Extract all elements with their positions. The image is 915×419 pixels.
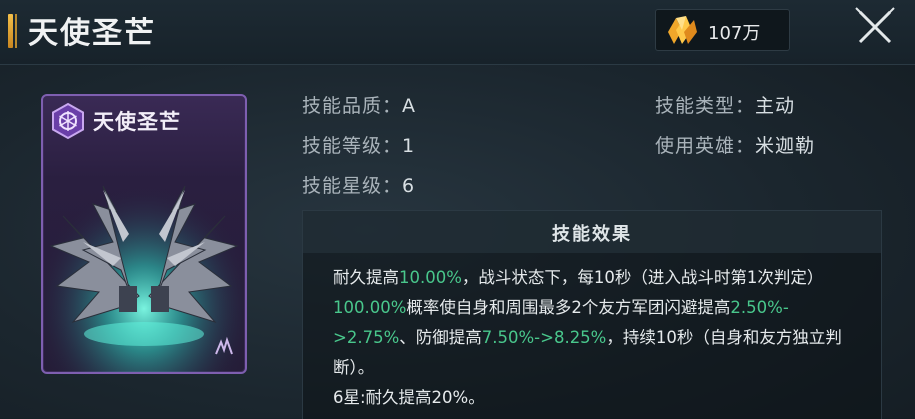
- rank-mark-icon: [215, 336, 233, 355]
- card-title: 天使圣芒: [93, 109, 181, 134]
- level-value: 1: [402, 135, 416, 157]
- currency-display[interactable]: 107万: [655, 9, 790, 51]
- effect-star-bonus: 6星:耐久提高20%。: [333, 388, 485, 407]
- title-accent-bar: [8, 14, 13, 48]
- close-icon: [855, 7, 895, 44]
- level-label: 技能等级：: [302, 135, 403, 157]
- currency-amount: 107万: [708, 23, 761, 44]
- effect-highlight-4: 7.50%->8.25%: [481, 328, 607, 347]
- effect-header: 技能效果: [303, 211, 881, 253]
- star-value: 6: [402, 175, 416, 197]
- effect-text-1: 耐久提高: [333, 268, 399, 287]
- type-value: 主动: [755, 95, 796, 117]
- top-bar: 天使圣芒 107万: [0, 0, 915, 65]
- effect-text-4: 、防御提高: [399, 328, 482, 347]
- effect-title: 技能效果: [552, 224, 632, 245]
- effect-highlight-2: 100.00%: [333, 298, 407, 317]
- skill-card: 天使圣芒: [41, 94, 247, 374]
- page-title: 天使圣芒: [28, 16, 156, 51]
- info-star: 技能星级：6: [302, 171, 415, 198]
- info-type: 技能类型：主动: [655, 91, 795, 118]
- star-label: 技能星级：: [302, 175, 403, 197]
- hexagon-emblem-icon: [52, 102, 84, 140]
- crystal-icon: [668, 16, 697, 44]
- quality-label: 技能品质：: [302, 95, 403, 117]
- hero-label: 使用英雄：: [655, 135, 756, 157]
- title-accent-bar-thin: [15, 14, 17, 48]
- close-button[interactable]: [848, 4, 900, 52]
- effect-text-3: 概率使自身和周围最多2个友方军团闪避提高: [406, 298, 731, 317]
- effect-highlight-1: 10.00%: [399, 268, 462, 287]
- info-hero: 使用英雄：米迦勒: [655, 131, 815, 158]
- effect-text-2: ，战斗状态下，每10秒（进入战斗时第1次判定）: [461, 268, 824, 287]
- quality-value: A: [402, 95, 417, 117]
- hero-value: 米迦勒: [755, 135, 816, 157]
- info-quality: 技能品质：A: [302, 91, 416, 118]
- type-label: 技能类型：: [655, 95, 756, 117]
- info-level: 技能等级：1: [302, 131, 415, 158]
- effect-description: 耐久提高10.00%，战斗状态下，每10秒（进入战斗时第1次判定） 100.00%…: [333, 263, 863, 413]
- skill-effect-panel: 技能效果 耐久提高10.00%，战斗状态下，每10秒（进入战斗时第1次判定） 10…: [302, 210, 882, 419]
